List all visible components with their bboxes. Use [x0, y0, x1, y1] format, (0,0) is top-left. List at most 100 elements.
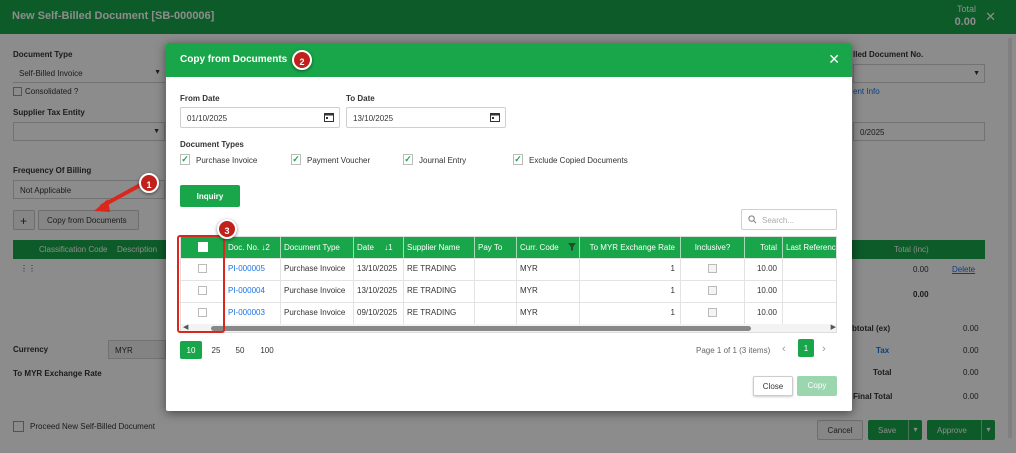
- supplier-cell: RE TRADING: [404, 303, 475, 325]
- modal-title: Copy from Documents: [180, 54, 288, 65]
- inclusive-cell: [681, 303, 745, 325]
- table-row[interactable]: PI-000004 Purchase Invoice 13/10/2025 RE…: [181, 280, 836, 303]
- col-supplier-name-label: Supplier Name: [407, 243, 460, 252]
- col-document-type[interactable]: Document Type: [281, 237, 354, 258]
- curr-cell: MYR: [517, 259, 580, 281]
- select-column-highlight: [177, 235, 225, 333]
- date-cell: 09/10/2025: [354, 303, 404, 325]
- from-date-label: From Date: [180, 94, 220, 103]
- to-date-value: 13/10/2025: [353, 114, 394, 123]
- search-icon: [748, 215, 757, 224]
- rate-cell: 1: [580, 303, 681, 325]
- type-label: Payment Voucher: [307, 156, 371, 165]
- doc-no-cell[interactable]: PI-000004: [225, 281, 281, 303]
- document-types-label: Document Types: [180, 140, 244, 149]
- from-date-input[interactable]: 01/10/2025: [180, 107, 340, 128]
- page-size-50[interactable]: 50: [230, 341, 250, 359]
- col-date[interactable]: Date ↓1: [354, 237, 404, 258]
- col-document-type-label: Document Type: [284, 243, 340, 252]
- scroll-right-icon[interactable]: ▶: [831, 323, 836, 331]
- table-row[interactable]: PI-000005 Purchase Invoice 13/10/2025 RE…: [181, 258, 836, 281]
- col-exchange-rate[interactable]: To MYR Exchange Rate: [580, 237, 681, 258]
- doc-type-cell: Purchase Invoice: [281, 303, 354, 325]
- sort-desc-icon: ↓1: [384, 243, 393, 252]
- close-button[interactable]: Close: [753, 376, 793, 396]
- doc-no-link[interactable]: PI-000004: [228, 286, 265, 295]
- copy-button[interactable]: Copy: [797, 376, 837, 396]
- curr-cell: MYR: [517, 303, 580, 325]
- modal-header: Copy from Documents ✕: [166, 43, 852, 77]
- supplier-cell: RE TRADING: [404, 281, 475, 303]
- col-doc-no-label: Doc. No.: [228, 243, 260, 252]
- col-date-label: Date: [357, 243, 374, 252]
- total-cell: 10.00: [745, 303, 783, 325]
- total-cell: 10.00: [745, 259, 783, 281]
- search-input[interactable]: Search...: [741, 209, 837, 230]
- chevron-right-icon[interactable]: ›: [822, 343, 826, 355]
- calendar-icon[interactable]: [324, 112, 334, 122]
- filter-icon[interactable]: [568, 243, 576, 251]
- col-last-reference-label: Last Reference: [786, 243, 837, 252]
- to-date-input[interactable]: 13/10/2025: [346, 107, 506, 128]
- documents-grid: Doc. No. ↓2 Document Type Date ↓1 Suppli…: [180, 236, 837, 333]
- total-cell: 10.00: [745, 281, 783, 303]
- col-pay-to-label: Pay To: [478, 243, 503, 252]
- pay-to-cell: [475, 303, 517, 325]
- col-pay-to[interactable]: Pay To: [475, 237, 517, 258]
- check-icon[interactable]: ✓: [403, 154, 413, 165]
- annotation-badge-3: 3: [217, 219, 237, 239]
- from-date-value: 01/10/2025: [187, 114, 228, 123]
- date-cell: 13/10/2025: [354, 281, 404, 303]
- calendar-icon[interactable]: [490, 112, 500, 122]
- inclusive-cell: [681, 281, 745, 303]
- check-icon[interactable]: ✓: [513, 154, 523, 165]
- rate-cell: 1: [580, 281, 681, 303]
- copy-from-documents-modal: Copy from Documents ✕ From Date 01/10/20…: [166, 43, 852, 411]
- doc-no-cell[interactable]: PI-000005: [225, 259, 281, 281]
- date-cell: 13/10/2025: [354, 259, 404, 281]
- col-inclusive[interactable]: Inclusive?: [681, 237, 745, 258]
- check-icon[interactable]: ✓: [180, 154, 190, 165]
- type-label: Purchase Invoice: [196, 156, 258, 165]
- scrollbar-thumb[interactable]: [211, 326, 751, 331]
- table-row[interactable]: PI-000003 Purchase Invoice 09/10/2025 RE…: [181, 302, 836, 325]
- sort-desc-icon: ↓2: [261, 243, 270, 252]
- rate-cell: 1: [580, 259, 681, 281]
- type-label: Exclude Copied Documents: [529, 156, 628, 165]
- inclusive-checkbox: [708, 264, 717, 273]
- doc-no-link[interactable]: PI-000005: [228, 264, 265, 273]
- col-last-reference[interactable]: Last Reference: [783, 237, 837, 258]
- check-icon[interactable]: ✓: [291, 154, 301, 165]
- col-supplier-name[interactable]: Supplier Name: [404, 237, 475, 258]
- page-size-25[interactable]: 25: [206, 341, 226, 359]
- page-size-100[interactable]: 100: [254, 341, 280, 359]
- col-doc-no[interactable]: Doc. No. ↓2: [225, 237, 281, 258]
- col-total-label: Total: [760, 243, 777, 252]
- close-icon[interactable]: ✕: [828, 51, 840, 68]
- last-reference-cell: [783, 281, 836, 303]
- inclusive-checkbox: [708, 286, 717, 295]
- search-placeholder: Search...: [762, 216, 795, 225]
- col-exchange-rate-label: To MYR Exchange Rate: [589, 243, 675, 252]
- pay-to-cell: [475, 281, 517, 303]
- chevron-left-icon[interactable]: ‹: [782, 343, 786, 355]
- doc-no-cell[interactable]: PI-000003: [225, 303, 281, 325]
- col-curr-code[interactable]: Curr. Code: [517, 237, 580, 258]
- col-total[interactable]: Total: [745, 237, 783, 258]
- inclusive-cell: [681, 259, 745, 281]
- grid-header: Doc. No. ↓2 Document Type Date ↓1 Suppli…: [181, 237, 837, 258]
- page-size-10[interactable]: 10: [180, 341, 202, 359]
- page-button-current[interactable]: 1: [798, 339, 814, 357]
- doc-type-cell: Purchase Invoice: [281, 281, 354, 303]
- inclusive-checkbox: [708, 308, 717, 317]
- type-label: Journal Entry: [419, 156, 467, 165]
- to-date-label: To Date: [346, 94, 375, 103]
- last-reference-cell: [783, 259, 836, 281]
- last-reference-cell: [783, 303, 836, 325]
- doc-no-link[interactable]: PI-000003: [228, 308, 265, 317]
- inquiry-button[interactable]: Inquiry: [180, 185, 240, 207]
- grid-horizontal-scrollbar[interactable]: ◀ ▶: [181, 323, 836, 332]
- page-info: Page 1 of 1 (3 items): [696, 346, 771, 355]
- annotation-badge-2: 2: [292, 50, 312, 70]
- pay-to-cell: [475, 259, 517, 281]
